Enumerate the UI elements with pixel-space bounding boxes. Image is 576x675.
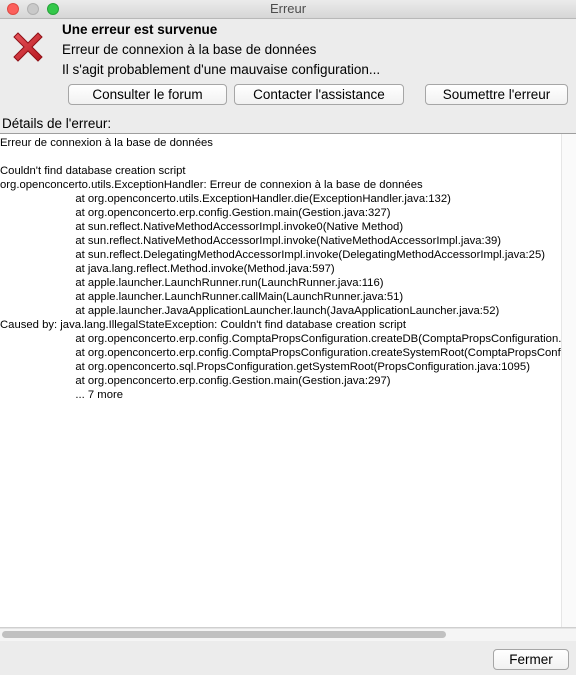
horizontal-scrollbar-thumb[interactable] xyxy=(2,631,446,638)
horizontal-scrollbar[interactable] xyxy=(0,628,576,641)
forum-button[interactable]: Consulter le forum xyxy=(68,84,227,105)
title-bar: Erreur xyxy=(0,0,576,19)
window-title: Erreur xyxy=(269,1,307,16)
red-x-icon xyxy=(13,32,43,62)
error-hint: Il s'agit probablement d'une mauvaise co… xyxy=(62,62,381,77)
details-label: Détails de l'erreur: xyxy=(2,116,112,131)
vertical-scrollbar[interactable] xyxy=(561,134,576,627)
stack-trace-text[interactable]: Erreur de connexion à la base de données… xyxy=(0,136,561,402)
error-heading: Une erreur est survenue xyxy=(62,22,218,37)
error-message: Erreur de connexion à la base de données xyxy=(62,42,317,57)
error-details-textarea[interactable]: Erreur de connexion à la base de données… xyxy=(0,133,576,628)
submit-error-button[interactable]: Soumettre l'erreur xyxy=(425,84,568,105)
contact-support-button[interactable]: Contacter l'assistance xyxy=(234,84,404,105)
close-button[interactable]: Fermer xyxy=(493,649,569,670)
